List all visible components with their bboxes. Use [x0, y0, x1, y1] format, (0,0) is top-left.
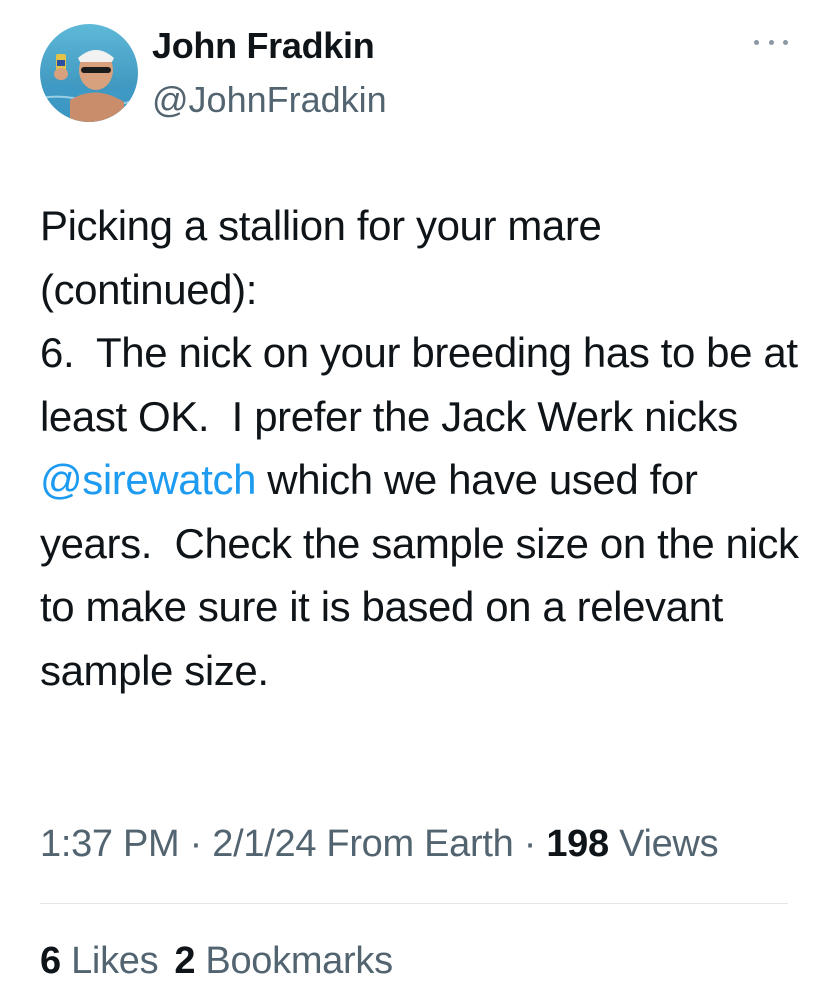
bookmarks-stat[interactable]: 2 Bookmarks: [174, 940, 393, 982]
more-options-icon[interactable]: [754, 30, 788, 54]
divider: [40, 903, 788, 904]
avatar[interactable]: [40, 24, 138, 122]
bookmarks-count: 2: [174, 940, 196, 982]
engagement-stats: 6 Likes 2 Bookmarks: [40, 935, 393, 987]
views-count: 198: [546, 823, 609, 865]
dot-icon: [768, 39, 774, 45]
author-display-name[interactable]: John Fradkin: [152, 24, 375, 68]
bookmarks-label: Bookmarks: [195, 940, 393, 982]
author-handle[interactable]: @JohnFradkin: [152, 78, 387, 122]
meta-separator: ·: [513, 823, 547, 865]
tweet-date[interactable]: 2/1/24: [212, 823, 316, 865]
profile-photo-icon: [40, 24, 138, 122]
tweet-text: Picking a stallion for your mare (contin…: [40, 194, 800, 702]
tweet-metadata: 1:37 PM · 2/1/24 From Earth · 198 Views: [40, 818, 719, 870]
likes-label: Likes: [60, 940, 159, 982]
tweet-time[interactable]: 1:37 PM: [40, 823, 180, 865]
meta-separator: ·: [179, 823, 213, 865]
tweet-text-part-1: Picking a stallion for your mare (contin…: [40, 202, 798, 440]
dot-icon: [783, 39, 788, 45]
likes-count: 6: [40, 940, 61, 982]
tweet-source: From Earth: [316, 823, 514, 865]
views-label: Views: [608, 823, 719, 865]
mention-link[interactable]: @sirewatch: [40, 456, 256, 503]
likes-stat[interactable]: 6 Likes: [40, 940, 159, 982]
dot-icon: [754, 39, 759, 45]
